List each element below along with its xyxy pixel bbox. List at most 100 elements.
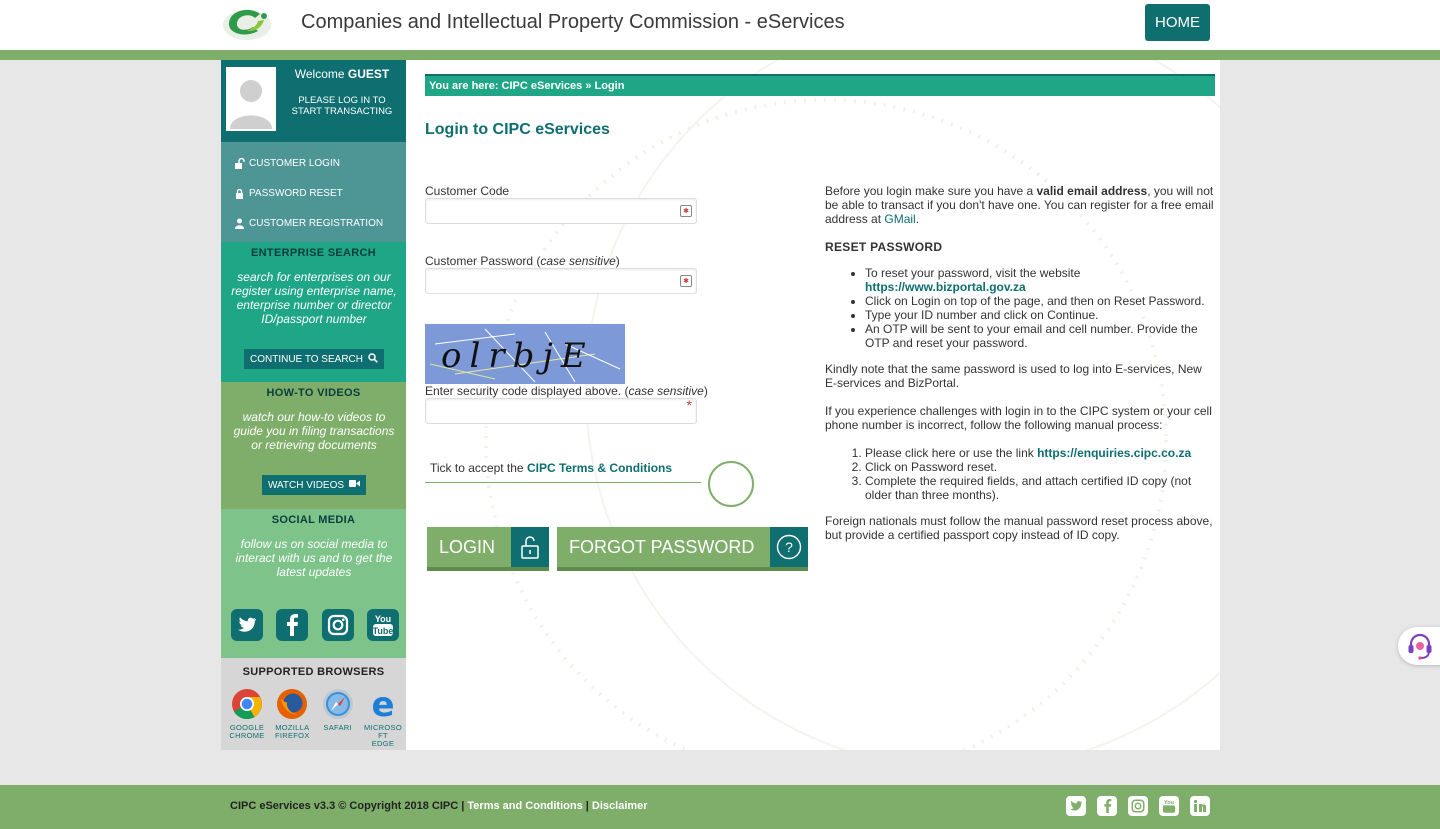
nav-customer-registration-label: CUSTOMER REGISTRATION [249, 217, 384, 229]
youtube-icon[interactable]: You [1159, 796, 1179, 816]
facebook-icon[interactable] [1097, 796, 1117, 816]
customer-password-input[interactable]: ✱ [425, 268, 697, 294]
twitter-icon[interactable] [231, 609, 263, 641]
accept-terms-checkbox[interactable] [708, 461, 754, 507]
footer-disclaimer-link[interactable]: Disclaimer [592, 800, 648, 812]
autofill-icon[interactable]: ✱ [680, 275, 692, 287]
info-challenges: If you experience challenges with login … [825, 404, 1212, 432]
watch-videos-label: WATCH VIDEOS [267, 479, 345, 491]
security-label-text: Enter security code displayed above. ( [425, 384, 629, 398]
nav-customer-registration[interactable]: CUSTOMER REGISTRATION [233, 216, 383, 230]
edge-icon: e [371, 688, 394, 720]
manual-step-1-text: Please click here or use the link [865, 446, 1038, 460]
browser-edge-label: MICROSO FT EDGE [363, 724, 403, 748]
reset-step: Type your ID number and click on Continu… [865, 308, 1217, 322]
terms-divider [425, 482, 701, 483]
terms-label: Tick to accept the CIPC Terms & Conditio… [430, 461, 672, 475]
watch-videos-button[interactable]: WATCH VIDEOS [262, 475, 366, 495]
svg-text:?: ? [785, 539, 793, 555]
manual-step: Complete the required fields, and attach… [865, 474, 1217, 502]
captcha-text: olrbjE [441, 336, 594, 376]
captcha-image: olrbjE [425, 324, 625, 384]
welcome-user: GUEST [347, 67, 390, 81]
info-foreign-nationals: Foreign nationals must follow the manual… [825, 514, 1213, 542]
chat-support-button[interactable] [1398, 627, 1440, 665]
question-icon: ? [770, 527, 808, 567]
reset-step: To reset your password, visit the websit… [865, 266, 1217, 294]
info-p1-a: Before you login make sure you have a [825, 184, 1037, 198]
breadcrumb: You are here: CIPC eServices » Login [425, 74, 1215, 96]
twitter-icon[interactable] [1066, 796, 1086, 816]
safari-icon [322, 689, 353, 719]
svg-text:You: You [375, 614, 391, 624]
social-media-panel: SOCIAL MEDIA follow us on social media t… [221, 509, 406, 658]
instagram-icon[interactable] [1128, 796, 1148, 816]
instagram-icon[interactable] [321, 609, 354, 641]
nav-password-reset-label: PASSWORD RESET [249, 187, 343, 199]
browser-edge-line1: MICROSO FT [364, 723, 402, 740]
browser-edge[interactable]: e MICROSO FT EDGE [363, 688, 403, 748]
login-button[interactable]: LOGIN [427, 527, 549, 571]
svg-text:You: You [1164, 800, 1174, 806]
page-title: Login to CIPC eServices [425, 121, 610, 138]
security-code-input[interactable]: * [425, 397, 697, 424]
browser-firefox-label: MOZILLA FIREFOX [275, 724, 310, 740]
reset-steps: To reset your password, visit the websit… [865, 266, 1217, 350]
search-icon [368, 352, 378, 366]
social-icons: You Tube [231, 609, 399, 641]
enquiries-link-text: https://enquiries.cipc.co.za [1037, 446, 1192, 460]
site-title: Companies and Intellectual Property Comm… [301, 11, 845, 33]
manual-step: Click on Password reset. [865, 460, 1217, 474]
enterprise-search-panel: ENTERPRISE SEARCH search for enterprises… [221, 242, 406, 382]
bizportal-link[interactable]: https://www.bizportal.gov.za [865, 280, 1026, 294]
security-code-label: Enter security code displayed above. (ca… [425, 384, 708, 398]
info-email-paragraph: Before you login make sure you have a va… [825, 184, 1217, 226]
browser-chrome-line2: CHROME [229, 731, 265, 740]
browser-firefox[interactable]: MOZILLA FIREFOX [272, 688, 312, 748]
browser-safari[interactable]: SAFARI [318, 688, 358, 748]
lock-icon [233, 187, 245, 199]
cipc-logo[interactable] [220, 4, 274, 44]
forgot-password-button[interactable]: FORGOT PASSWORD ? [557, 527, 808, 571]
chrome-icon [232, 689, 262, 720]
terms-prefix: Tick to accept the [430, 461, 527, 475]
customer-password-label: Customer Password (case sensitive) [425, 254, 620, 268]
copyright-text: CIPC eServices v3.3 © Copyright 2018 CIP… [230, 800, 468, 812]
browser-safari-label: SAFARI [323, 724, 351, 732]
customer-code-input[interactable]: ✱ [425, 198, 697, 224]
linkedin-icon[interactable] [1190, 796, 1210, 816]
reset-step: An OTP will be sent to your email and ce… [865, 322, 1217, 350]
manual-steps: Please click here or use the link https:… [865, 446, 1217, 502]
browser-chrome[interactable]: GOOGLE CHROME [227, 688, 267, 748]
youtube-icon[interactable]: You Tube [366, 609, 399, 641]
autofill-icon[interactable]: ✱ [680, 205, 692, 217]
gmail-link[interactable]: GMail [884, 212, 915, 226]
home-button[interactable]: HOME [1145, 4, 1210, 41]
header: Companies and Intellectual Property Comm… [0, 0, 1440, 50]
nav-customer-login[interactable]: CUSTOMER LOGIN [233, 156, 340, 170]
footer-separator: | [582, 800, 592, 812]
main-content: You are here: CIPC eServices » Login Log… [406, 60, 1220, 750]
nav-password-reset[interactable]: PASSWORD RESET [233, 186, 343, 200]
footer-terms-link[interactable]: Terms and Conditions [467, 800, 582, 812]
password-label-case: case sensitive [540, 254, 616, 268]
manual-step: Please click here or use the link https:… [865, 446, 1217, 460]
enterprise-search-heading: ENTERPRISE SEARCH [251, 247, 376, 259]
browser-chrome-label: GOOGLE CHROME [229, 724, 264, 740]
continue-to-search-button[interactable]: CONTINUE TO SEARCH [244, 349, 384, 369]
login-button-label: LOGIN [439, 536, 496, 557]
svg-text:e: e [371, 688, 394, 720]
reset-step: Click on Login on top of the page, and t… [865, 294, 1217, 308]
nav-customer-login-label: CUSTOMER LOGIN [249, 157, 340, 169]
unlock-icon [511, 527, 549, 567]
terms-link[interactable]: CIPC Terms & Conditions [527, 461, 672, 475]
browser-list: GOOGLE CHROME MOZILLA FIREFOX SAFARI e M… [227, 688, 403, 748]
password-label-end: ) [615, 254, 620, 268]
enterprise-search-desc: search for enterprises on our register u… [231, 270, 397, 326]
welcome-panel: Welcome GUEST PLEASE LOG IN TO START TRA… [221, 60, 406, 142]
reset-step-1-text: To reset your password, visit the websit… [865, 266, 1081, 280]
supported-browsers-panel: SUPPORTED BROWSERS GOOGLE CHROME MOZILLA… [221, 658, 406, 750]
facebook-icon[interactable] [276, 609, 309, 641]
enquiries-link[interactable]: https://enquiries.cipc.co.za [1037, 446, 1191, 460]
header-accent-bar [0, 50, 1440, 60]
